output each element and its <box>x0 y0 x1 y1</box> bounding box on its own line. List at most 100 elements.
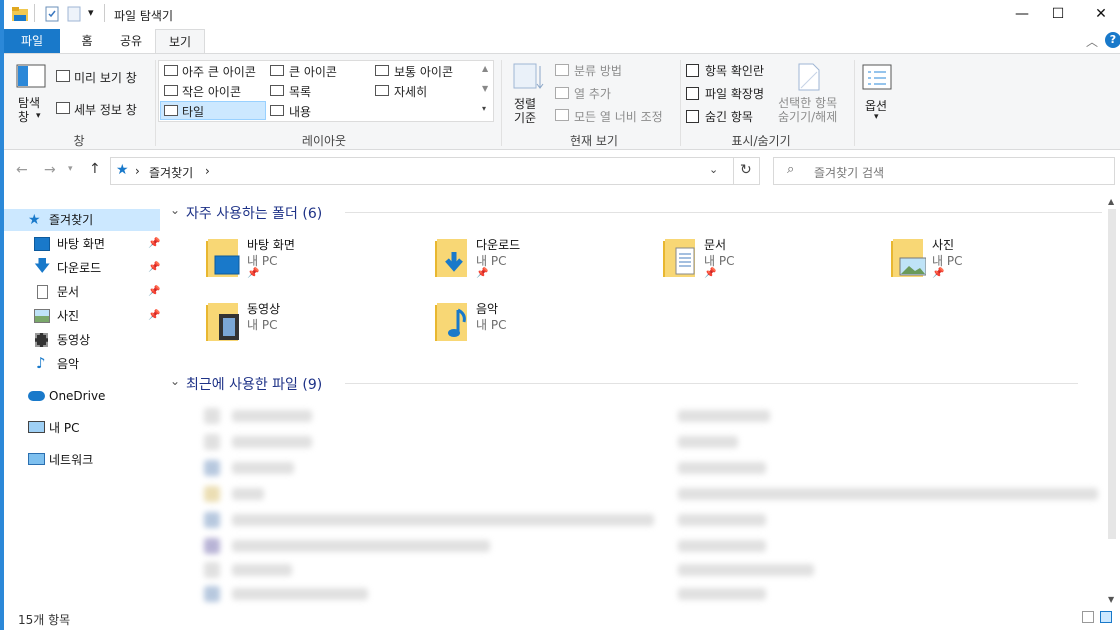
list-item[interactable] <box>678 462 766 474</box>
layout-small[interactable]: 작은 아이콘 <box>182 83 241 100</box>
details-pane-button[interactable]: 세부 정보 창 <box>74 101 137 118</box>
up-icon[interactable]: ↑ <box>89 161 101 177</box>
help-icon[interactable]: ? <box>1105 32 1120 48</box>
preview-pane-button[interactable]: 미리 보기 창 <box>74 69 137 86</box>
gallery-expand-icon[interactable]: ▾ <box>482 104 486 113</box>
list-item[interactable] <box>678 588 766 600</box>
list-item[interactable] <box>678 514 766 526</box>
breadcrumb-separator[interactable]: › <box>135 164 140 178</box>
back-icon[interactable]: ← <box>16 162 28 178</box>
item-checkboxes-label[interactable]: 항목 확인란 <box>705 62 764 79</box>
layout-large[interactable]: 큰 아이콘 <box>289 63 337 80</box>
scrollbar-thumb[interactable] <box>1108 209 1116 539</box>
list-item[interactable] <box>232 588 368 600</box>
collapse-ribbon-icon[interactable]: ︿ <box>1086 33 1098 50</box>
layout-tiles[interactable]: 타일 <box>182 103 204 120</box>
tab-share[interactable]: 공유 <box>108 29 154 53</box>
nav-item-network[interactable]: 네트워크 <box>4 449 160 471</box>
details-icon <box>375 85 389 96</box>
tab-view[interactable]: 보기 <box>155 29 205 54</box>
folder-tile-desktop[interactable]: 바탕 화면 내 PC 📌 <box>201 236 421 286</box>
list-item[interactable] <box>232 540 490 552</box>
list-item[interactable] <box>678 564 814 576</box>
list-item[interactable] <box>232 514 654 526</box>
maximize-button[interactable]: ☐ <box>1035 0 1081 28</box>
file-extensions-checkbox[interactable] <box>686 87 699 100</box>
folder-tile-videos[interactable]: 동영상 내 PC <box>201 300 421 350</box>
breadcrumb-separator[interactable]: › <box>205 164 210 178</box>
breadcrumb-favorites[interactable]: 즐겨찾기 <box>149 164 193 181</box>
gallery-scroll-up-icon[interactable]: ▲ <box>482 64 488 73</box>
list-item[interactable] <box>204 562 220 578</box>
nav-item-videos[interactable]: 동영상 <box>4 329 160 351</box>
sort-by-button[interactable]: 정렬 기준 <box>514 97 536 125</box>
layout-content[interactable]: 내용 <box>289 103 311 120</box>
navigation-pane-icon[interactable] <box>16 64 46 90</box>
collapse-recent-icon[interactable]: ⌄ <box>170 374 180 388</box>
nav-item-favorites[interactable]: ★ 즐겨찾기 <box>4 209 160 231</box>
close-button[interactable]: ✕ <box>1078 0 1120 28</box>
folder-tile-documents[interactable]: 문서 내 PC 📌 <box>658 236 878 286</box>
gallery-scroll-down-icon[interactable]: ▼ <box>482 84 488 93</box>
search-input[interactable]: 즐겨찾기 검색 <box>814 164 884 181</box>
collapse-frequent-icon[interactable]: ⌄ <box>170 203 180 217</box>
folder-tile-downloads[interactable]: 다운로드 내 PC 📌 <box>430 236 650 286</box>
layout-extra-large[interactable]: 아주 큰 아이콘 <box>182 63 256 80</box>
nav-item-desktop[interactable]: 바탕 화면 📌 <box>4 233 160 255</box>
properties-icon[interactable] <box>44 5 60 23</box>
address-bar[interactable]: ★ › 즐겨찾기 › ⌄ ↻ <box>110 157 760 185</box>
list-item[interactable] <box>678 436 738 448</box>
list-item[interactable] <box>678 540 766 552</box>
nav-item-pictures[interactable]: 사진 📌 <box>4 305 160 327</box>
list-item[interactable] <box>204 434 220 450</box>
list-item[interactable] <box>232 488 264 500</box>
nav-item-this-pc[interactable]: 내 PC <box>4 417 160 439</box>
nav-item-music[interactable]: ♪ 음악 <box>4 353 160 375</box>
details-view-icon[interactable] <box>1082 611 1094 623</box>
list-item[interactable] <box>232 436 312 448</box>
recent-locations-icon[interactable]: ▾ <box>68 164 73 174</box>
nav-item-onedrive[interactable]: OneDrive <box>4 385 160 407</box>
refresh-icon[interactable]: ↻ <box>740 162 752 178</box>
frequent-folders-heading[interactable]: 자주 사용하는 폴더 (6) <box>186 203 322 223</box>
nav-item-downloads[interactable]: 🡇 다운로드 📌 <box>4 257 160 279</box>
hide-selected-button[interactable]: 선택한 항목 숨기기/해제 <box>778 96 837 124</box>
list-item[interactable] <box>232 410 312 422</box>
new-folder-icon[interactable] <box>66 5 82 23</box>
list-item[interactable] <box>204 512 220 528</box>
hidden-items-checkbox[interactable] <box>686 110 699 123</box>
list-item[interactable] <box>232 462 294 474</box>
tab-file[interactable]: 파일 <box>4 29 60 53</box>
list-item[interactable] <box>204 460 220 476</box>
folder-tile-pictures[interactable]: 사진 내 PC 📌 <box>886 236 1106 286</box>
list-item[interactable] <box>204 538 220 554</box>
layout-medium[interactable]: 보통 아이콘 <box>394 63 453 80</box>
scroll-up-icon[interactable]: ▲ <box>1108 197 1114 206</box>
list-item[interactable] <box>232 564 292 576</box>
layout-list[interactable]: 목록 <box>289 83 311 100</box>
list-item[interactable] <box>204 408 220 424</box>
vertical-scrollbar[interactable]: ▲ ▼ <box>1104 195 1120 607</box>
search-box[interactable]: ⌕ 즐겨찾기 검색 <box>773 157 1115 185</box>
tab-home[interactable]: 홈 <box>64 29 110 53</box>
list-item[interactable] <box>204 486 220 502</box>
forward-icon[interactable]: → <box>44 162 56 178</box>
nav-item-label: 네트워크 <box>49 453 94 467</box>
hidden-items-label[interactable]: 숨긴 항목 <box>705 108 753 125</box>
scroll-down-icon[interactable]: ▼ <box>1108 595 1114 604</box>
address-history-icon[interactable]: ⌄ <box>709 163 718 176</box>
list-item[interactable] <box>678 488 1098 500</box>
recent-files-heading[interactable]: 최근에 사용한 파일 (9) <box>186 374 322 394</box>
list-item[interactable] <box>204 586 220 602</box>
nav-item-documents[interactable]: 문서 📌 <box>4 281 160 303</box>
list-item[interactable] <box>678 410 770 422</box>
file-extensions-label[interactable]: 파일 확장명 <box>705 85 764 102</box>
item-checkboxes-checkbox[interactable] <box>686 64 699 77</box>
layout-details[interactable]: 자세히 <box>394 83 427 100</box>
qat-customize-icon[interactable]: ▾ <box>88 6 94 19</box>
add-columns-button[interactable]: 열 추가 <box>574 85 611 102</box>
large-icons-view-icon[interactable] <box>1100 611 1112 623</box>
group-by-button[interactable]: 분류 방법 <box>574 62 622 79</box>
folder-tile-music[interactable]: 음악 내 PC <box>430 300 650 350</box>
size-columns-button[interactable]: 모든 열 너비 조정 <box>574 108 663 125</box>
